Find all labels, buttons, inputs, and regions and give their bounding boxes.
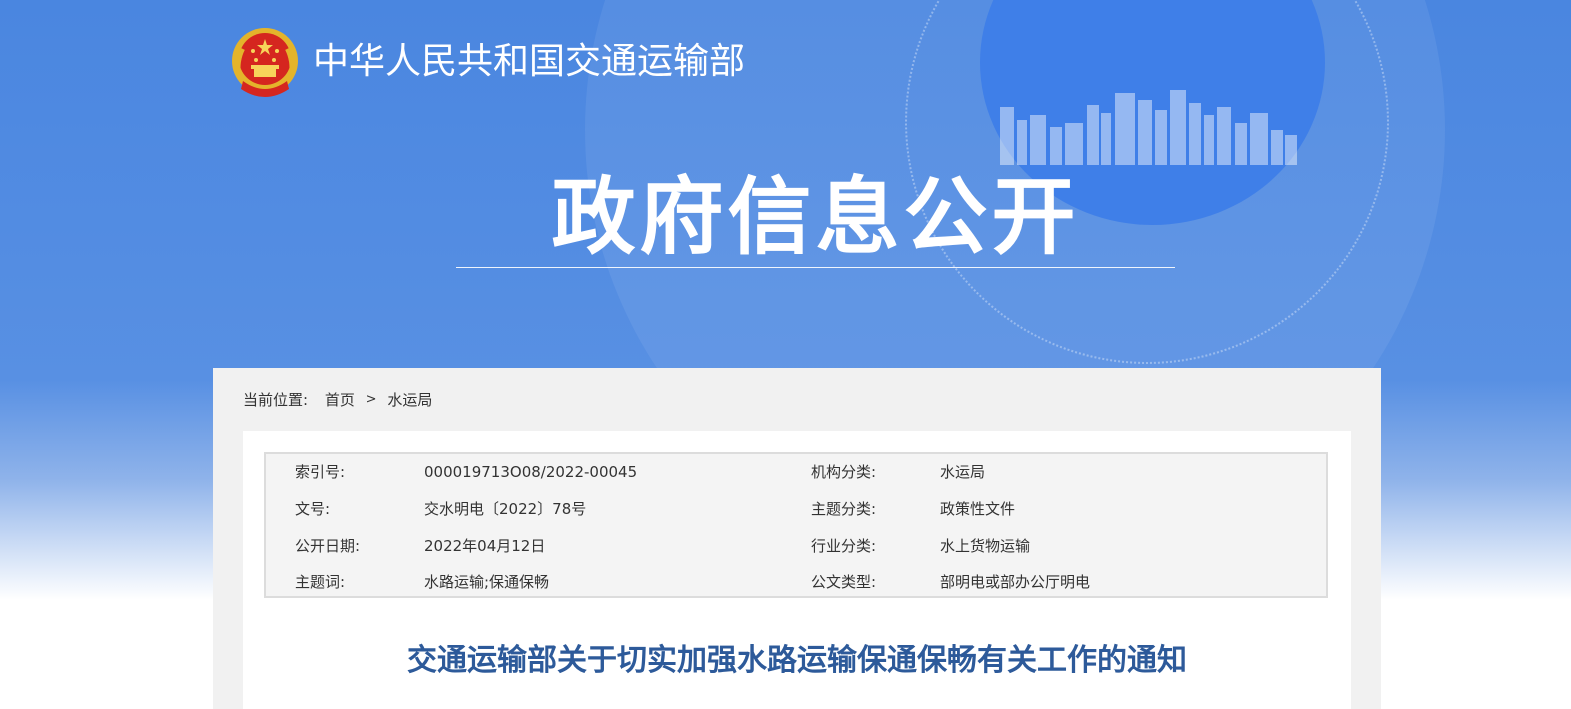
metadata-label: 文号: [295, 500, 331, 518]
city-skyline-graphic [1000, 90, 1297, 165]
breadcrumb: 当前位置: 首页 > 水运局 [243, 389, 432, 410]
metadata-value: 水运局 [940, 463, 986, 481]
metadata-value: 000019713O08/2022-00045 [424, 463, 638, 481]
metadata-row: 索引号: 000019713O08/2022-00045 机构分类: 水运局 [266, 460, 1326, 484]
breadcrumb-home-link[interactable]: 首页 [325, 391, 355, 409]
breadcrumb-prefix: 当前位置: [243, 391, 309, 409]
metadata-value: 交水明电〔2022〕78号 [424, 500, 587, 518]
metadata-label: 公文类型: [811, 573, 877, 591]
metadata-label: 行业分类: [811, 537, 877, 555]
metadata-label: 索引号: [295, 463, 346, 481]
banner-divider [456, 267, 1175, 268]
metadata-label: 机构分类: [811, 463, 877, 481]
breadcrumb-current-link[interactable]: 水运局 [387, 391, 432, 409]
metadata-value: 2022年04月12日 [424, 537, 546, 555]
article-title: 交通运输部关于切实加强水路运输保通保畅有关工作的通知 [407, 643, 1187, 678]
metadata-value: 水路运输;保通保畅 [424, 573, 550, 591]
metadata-label: 公开日期: [295, 537, 361, 555]
banner-title: 政府信息公开 [551, 168, 1080, 266]
metadata-table: 索引号: 000019713O08/2022-00045 机构分类: 水运局 文… [264, 452, 1328, 598]
national-emblem-icon [232, 28, 298, 97]
content-panel: 当前位置: 首页 > 水运局 索引号: 000019713O08/2022-00… [213, 368, 1381, 709]
metadata-row: 公开日期: 2022年04月12日 行业分类: 水上货物运输 [266, 534, 1326, 558]
metadata-label: 主题分类: [811, 500, 877, 518]
breadcrumb-separator: > [365, 392, 377, 407]
metadata-row: 主题词: 水路运输;保通保畅 公文类型: 部明电或部办公厅明电 [266, 570, 1326, 594]
ministry-name: 中华人民共和国交通运输部 [313, 41, 746, 82]
metadata-label: 主题词: [295, 573, 346, 591]
metadata-value: 政策性文件 [940, 500, 1016, 518]
metadata-value: 水上货物运输 [940, 537, 1031, 555]
article-container: 索引号: 000019713O08/2022-00045 机构分类: 水运局 文… [243, 431, 1351, 709]
metadata-row: 文号: 交水明电〔2022〕78号 主题分类: 政策性文件 [266, 497, 1326, 521]
metadata-value: 部明电或部办公厅明电 [940, 573, 1091, 591]
